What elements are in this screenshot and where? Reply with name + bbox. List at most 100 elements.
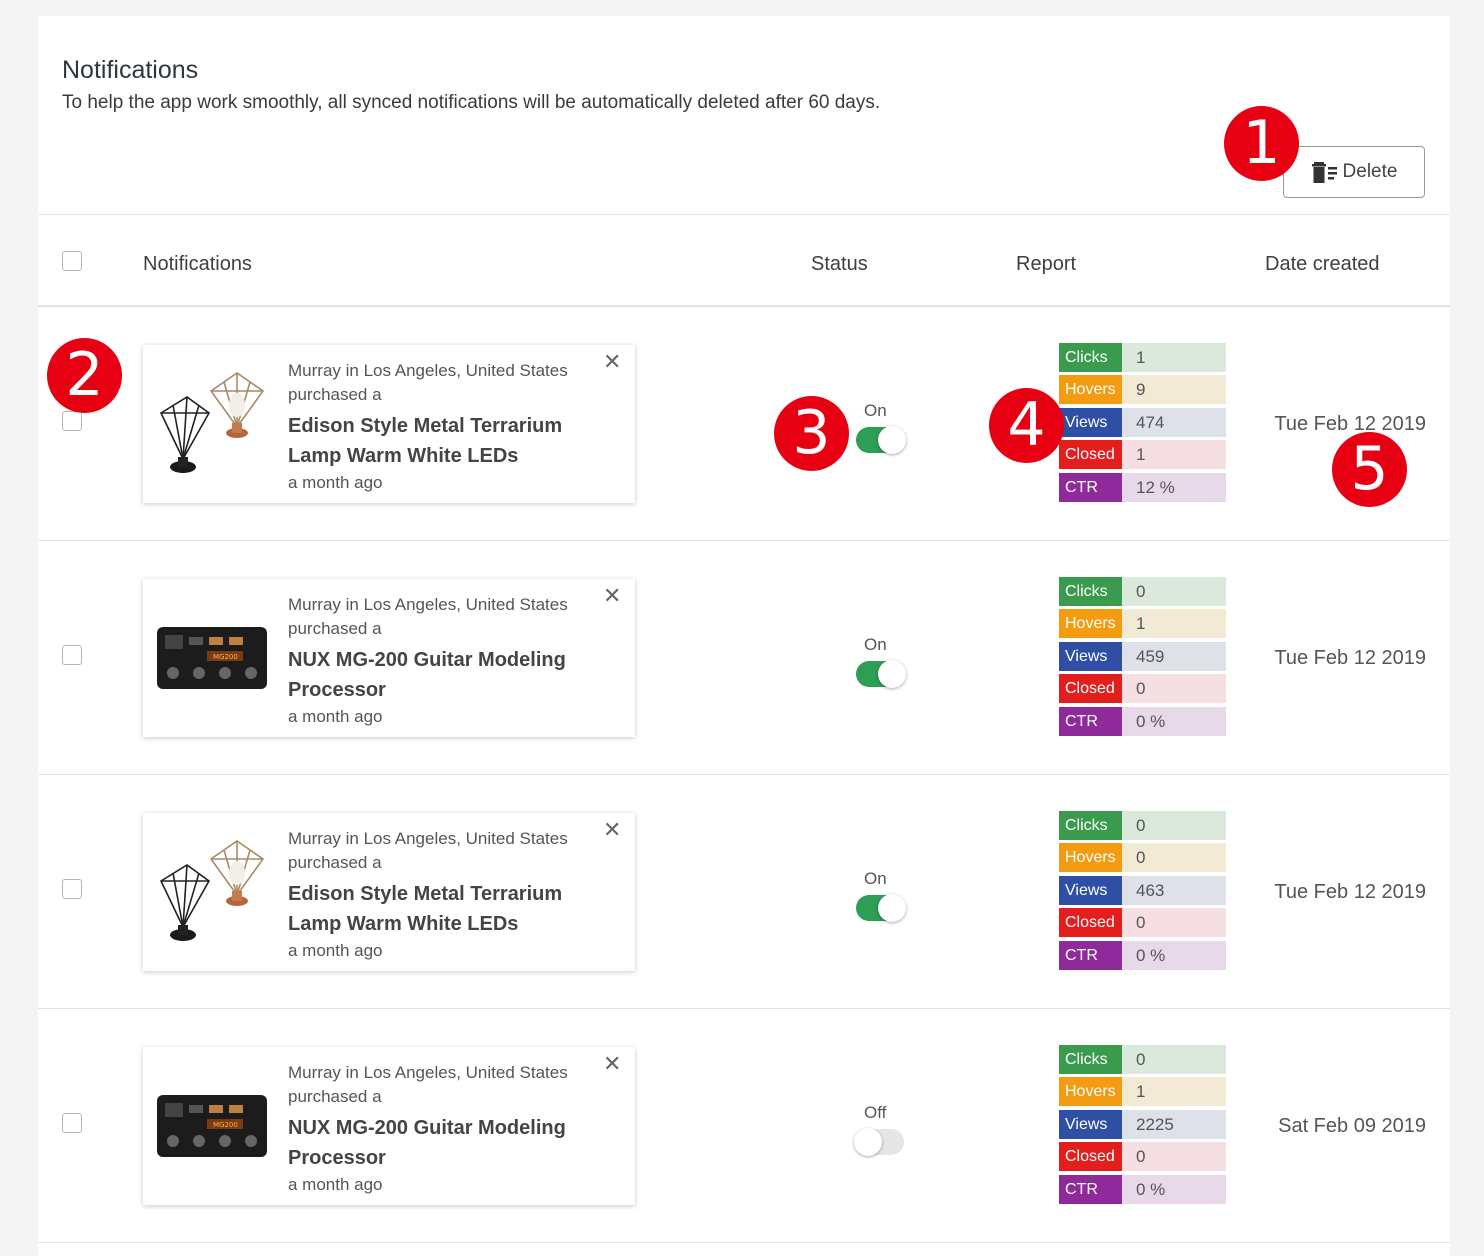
row-checkbox[interactable] [62, 411, 82, 431]
report-views-label: Views [1059, 407, 1122, 437]
column-status: Status [811, 253, 868, 275]
report-closed-label: Closed [1059, 908, 1122, 938]
status-toggle[interactable] [856, 426, 906, 454]
report-views-value: 474 [1122, 407, 1226, 437]
notification-time: a month ago [288, 1175, 383, 1194]
report-ctr-value: 0 % [1122, 706, 1226, 736]
status-toggle[interactable] [856, 660, 906, 688]
notification-customer: Murray in Los Angeles, United States [288, 595, 568, 614]
close-icon[interactable]: ✕ [603, 817, 621, 843]
close-icon[interactable]: ✕ [603, 349, 621, 375]
report-closed-value: 0 [1122, 1142, 1226, 1172]
report-closed-label: Closed [1059, 1142, 1122, 1172]
report-closed-value: 0 [1122, 674, 1226, 704]
report-clicks-label: Clicks [1059, 343, 1122, 372]
report-clicks: Clicks 1 [1059, 343, 1226, 372]
report-ctr: CTR 0 % [1059, 1174, 1226, 1204]
report-panel: Clicks 1 Hovers 9 Views 474 Closed 1 CTR… [1059, 343, 1226, 505]
report-hovers-value: 1 [1122, 1077, 1226, 1107]
report-closed: Closed 0 [1059, 1142, 1226, 1172]
lamp-product-image [149, 363, 275, 485]
select-all-checkbox[interactable] [62, 251, 82, 271]
row-checkbox[interactable] [62, 645, 82, 665]
report-views-label: Views [1059, 1109, 1122, 1139]
notification-customer: Murray in Los Angeles, United States [288, 1063, 568, 1082]
report-panel: Clicks 0 Hovers 1 Views 459 Closed 0 CTR… [1059, 577, 1226, 739]
notification-customer: Murray in Los Angeles, United States [288, 829, 568, 848]
report-clicks: Clicks 0 [1059, 577, 1226, 606]
report-closed: Closed 1 [1059, 440, 1226, 470]
report-ctr-label: CTR [1059, 1174, 1122, 1204]
column-report: Report [1016, 253, 1077, 275]
notification-preview: MG200 Murray in Los Angeles, United Stat… [143, 1047, 635, 1205]
notification-action: purchased a [288, 853, 382, 872]
delete-button[interactable]: Delete [1283, 146, 1425, 198]
report-hovers: Hovers 1 [1059, 1077, 1226, 1107]
callout-badge: 2 [47, 338, 122, 413]
report-clicks-value: 0 [1122, 1045, 1226, 1074]
report-closed-value: 1 [1122, 440, 1226, 470]
report-ctr-label: CTR [1059, 472, 1122, 502]
notification-time: a month ago [288, 941, 383, 960]
report-closed: Closed 0 [1059, 908, 1226, 938]
notification-action: purchased a [288, 385, 382, 404]
report-ctr: CTR 12 % [1059, 472, 1226, 502]
report-closed: Closed 0 [1059, 674, 1226, 704]
report-views: Views 459 [1059, 641, 1226, 671]
row-checkbox[interactable] [62, 879, 82, 899]
report-clicks: Clicks 0 [1059, 1045, 1226, 1074]
report-hovers-label: Hovers [1059, 1077, 1122, 1107]
status-label: On [864, 869, 887, 888]
report-views-value: 459 [1122, 641, 1226, 671]
notification-action: purchased a [288, 619, 382, 638]
toggle-knob [878, 894, 906, 922]
callout-badge: 1 [1224, 106, 1299, 181]
delete-label: Delete [1342, 161, 1398, 182]
report-ctr-label: CTR [1059, 940, 1122, 970]
lamp-product-image [149, 831, 275, 953]
table-row: Murray in Los Angeles, United States pur… [38, 775, 1450, 1009]
notification-time: a month ago [288, 707, 383, 726]
report-ctr-value: 0 % [1122, 1174, 1226, 1204]
notification-action: purchased a [288, 1087, 382, 1106]
svg-text:MG200: MG200 [213, 1121, 238, 1129]
report-ctr-label: CTR [1059, 706, 1122, 736]
notification-time: a month ago [288, 473, 383, 492]
report-clicks: Clicks 0 [1059, 811, 1226, 840]
report-views-value: 2225 [1122, 1109, 1226, 1139]
status-label: On [864, 635, 887, 654]
close-icon[interactable]: ✕ [603, 583, 621, 609]
report-ctr: CTR 0 % [1059, 706, 1226, 736]
notification-preview: Murray in Los Angeles, United States pur… [143, 813, 635, 971]
svg-text:MG200: MG200 [213, 653, 238, 661]
row-checkbox[interactable] [62, 1113, 82, 1133]
table-header: Notifications Status Report Date created [38, 215, 1450, 307]
report-clicks-value: 0 [1122, 577, 1226, 606]
report-views: Views 474 [1059, 407, 1226, 437]
callout-badge: 5 [1332, 432, 1407, 507]
toggle-knob [878, 660, 906, 688]
status-label: On [864, 401, 887, 420]
guitar-processor-product-image: MG200 [149, 597, 275, 719]
report-views-label: Views [1059, 641, 1122, 671]
report-hovers-label: Hovers [1059, 843, 1122, 873]
report-ctr-value: 0 % [1122, 940, 1226, 970]
toggle-knob [878, 426, 906, 454]
table-row: MG200 Murray in Los Angeles, United Stat… [38, 1009, 1450, 1243]
report-hovers: Hovers 9 [1059, 375, 1226, 405]
report-ctr: CTR 0 % [1059, 940, 1226, 970]
callout-badge: 3 [774, 396, 849, 471]
report-clicks-label: Clicks [1059, 811, 1122, 840]
notification-preview: Murray in Los Angeles, United States pur… [143, 345, 635, 503]
status-label: Off [864, 1103, 887, 1122]
guitar-processor-product-image: MG200 [149, 1065, 275, 1187]
report-clicks-value: 1 [1122, 343, 1226, 372]
column-date-created: Date created [1265, 253, 1380, 275]
status-toggle[interactable] [854, 1128, 904, 1156]
close-icon[interactable]: ✕ [603, 1051, 621, 1077]
notification-preview: MG200 Murray in Los Angeles, United Stat… [143, 579, 635, 737]
page-title: Notifications [62, 56, 199, 84]
status-toggle[interactable] [856, 894, 906, 922]
column-notifications: Notifications [143, 253, 252, 275]
report-hovers: Hovers 0 [1059, 843, 1226, 873]
